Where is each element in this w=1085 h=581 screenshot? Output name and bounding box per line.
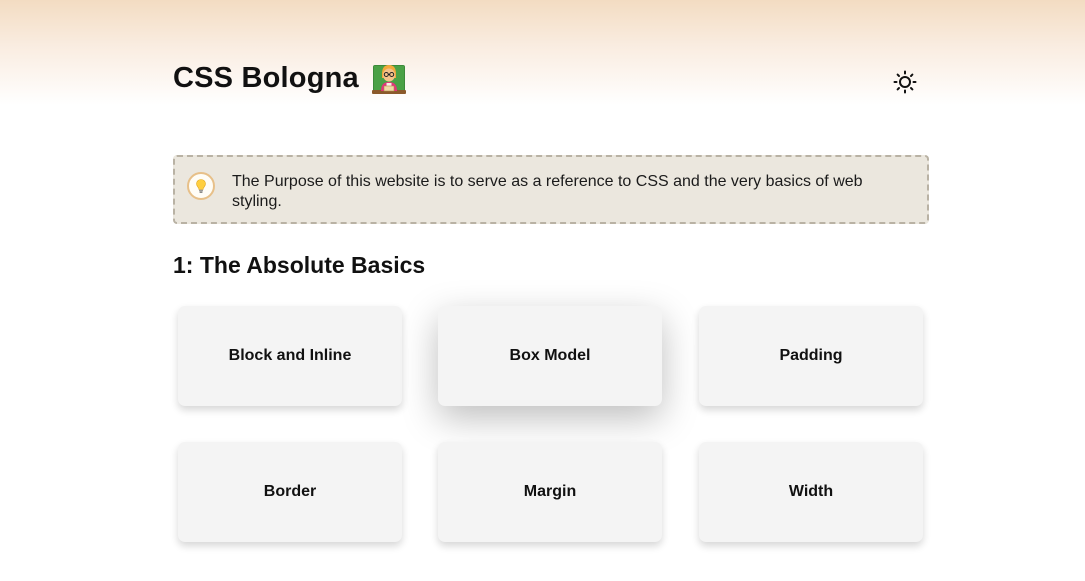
- lightbulb-icon: [187, 172, 215, 200]
- topic-card-label: Margin: [523, 483, 577, 500]
- teacher-emoji-icon: [371, 62, 406, 94]
- page: CSS Bologna The Purpose of this website …: [0, 0, 1085, 581]
- topic-card[interactable]: Margin: [438, 442, 662, 542]
- section-title: 1: The Absolute Basics: [173, 252, 426, 278]
- topic-card[interactable]: Block and Inline: [178, 306, 402, 406]
- sun-icon: [893, 70, 917, 94]
- site-title[interactable]: CSS Bologna: [173, 58, 406, 98]
- topic-card-label: Block and Inline: [228, 347, 352, 364]
- site-title-text: CSS Bologna: [173, 62, 359, 94]
- topic-card-label: Border: [263, 483, 317, 500]
- topic-card-label: Padding: [779, 347, 843, 364]
- site-header: CSS Bologna: [173, 58, 929, 102]
- topic-card-label: Width: [788, 483, 834, 500]
- purpose-callout: The Purpose of this website is to serve …: [173, 155, 929, 224]
- callout-text: The Purpose of this website is to serve …: [232, 173, 863, 210]
- topic-card[interactable]: Padding: [699, 306, 923, 406]
- topic-card[interactable]: Width: [699, 442, 923, 542]
- topic-card[interactable]: Border: [178, 442, 402, 542]
- topic-card[interactable]: Box Model: [438, 306, 662, 406]
- theme-toggle-button[interactable]: [890, 67, 920, 97]
- topic-card-label: Box Model: [509, 347, 591, 364]
